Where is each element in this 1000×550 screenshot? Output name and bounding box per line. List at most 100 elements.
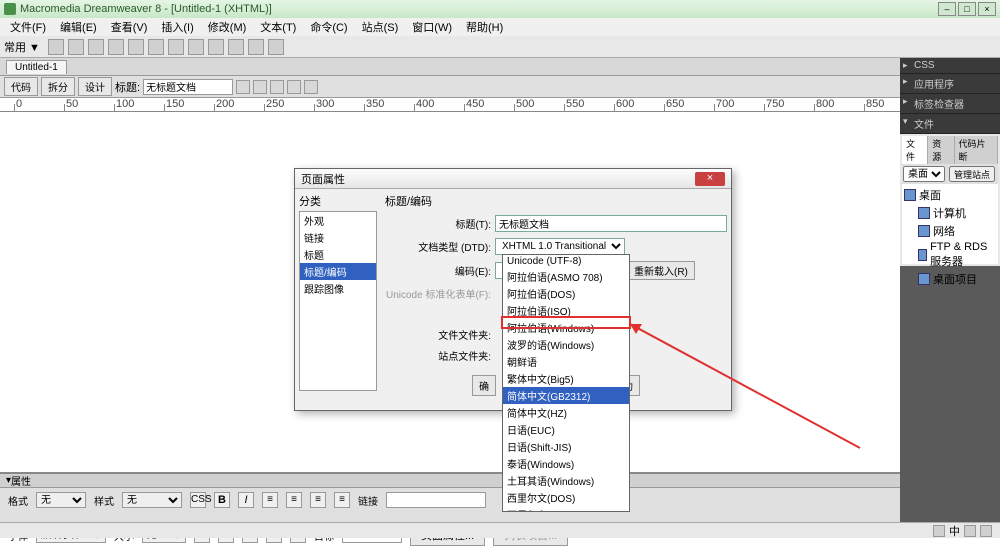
manage-sites-button[interactable]: 管理站点 [949, 166, 995, 182]
encoding-dropdown-list[interactable]: Unicode (UTF-8)阿拉伯语(ASMO 708)阿拉伯语(DOS)阿拉… [502, 254, 630, 512]
category-item[interactable]: 跟踪图像 [300, 280, 376, 297]
encoding-option[interactable]: 阿拉伯语(Windows) [503, 319, 629, 336]
format-select[interactable]: 无 [36, 492, 86, 508]
file-tab-0[interactable]: 文件 [902, 136, 928, 164]
italic-button[interactable]: I [238, 492, 254, 508]
tb-icon-9[interactable] [208, 39, 224, 55]
tree-item[interactable]: FTP & RDS 服务器 [904, 240, 996, 270]
tray-icon-1[interactable] [933, 525, 945, 537]
tb-icon-2[interactable] [68, 39, 84, 55]
menu-编辑e[interactable]: 编辑(E) [54, 18, 103, 36]
panel-files[interactable]: 文件 [900, 114, 1000, 134]
tb-icon-8[interactable] [188, 39, 204, 55]
align-justify-button[interactable]: ≡ [334, 492, 350, 508]
panel-application[interactable]: 应用程序 [900, 74, 1000, 94]
align-left-button[interactable]: ≡ [262, 492, 278, 508]
file-tab-1[interactable]: 资源 [928, 136, 954, 164]
menu-插入i[interactable]: 插入(I) [155, 18, 199, 36]
menu-查看v[interactable]: 查看(V) [105, 18, 154, 36]
view-split-button[interactable]: 拆分 [41, 77, 75, 96]
menu-站点s[interactable]: 站点(S) [356, 18, 405, 36]
css-button[interactable]: CSS [190, 492, 206, 508]
maximize-button[interactable]: □ [958, 2, 976, 16]
tb-icon-3[interactable] [88, 39, 104, 55]
doc-tb-icon-3[interactable] [270, 80, 284, 94]
align-center-button[interactable]: ≡ [286, 492, 302, 508]
encoding-option[interactable]: 简体中文(GB2312) [503, 387, 629, 404]
minimize-button[interactable]: – [938, 2, 956, 16]
site-dropdown[interactable]: 桌面 [903, 166, 945, 182]
category-item[interactable]: 外观 [300, 212, 376, 229]
toolbar-category[interactable]: 常用 ▼ [4, 39, 40, 55]
dialog-title: 页面属性 [301, 171, 345, 187]
doc-tb-icon-5[interactable] [304, 80, 318, 94]
doc-tb-icon-1[interactable] [236, 80, 250, 94]
encoding-option[interactable]: 土耳其语(Windows) [503, 472, 629, 489]
file-tree[interactable]: 桌面计算机网络FTP & RDS 服务器桌面项目 [902, 184, 998, 264]
tb-icon-12[interactable] [268, 39, 284, 55]
encoding-option[interactable]: 泰语(Windows) [503, 455, 629, 472]
category-item[interactable]: 标题 [300, 246, 376, 263]
tree-item[interactable]: 桌面项目 [904, 270, 996, 288]
tree-item[interactable]: 桌面 [904, 186, 996, 204]
tb-icon-6[interactable] [148, 39, 164, 55]
category-item[interactable]: 链接 [300, 229, 376, 246]
dialog-section-title: 标题/编码 [385, 193, 727, 209]
dialog-close-button[interactable]: × [695, 172, 725, 186]
encoding-option[interactable]: 日语(EUC) [503, 421, 629, 438]
align-right-button[interactable]: ≡ [310, 492, 326, 508]
tb-icon-5[interactable] [128, 39, 144, 55]
tb-icon-1[interactable] [48, 39, 64, 55]
tb-icon-10[interactable] [228, 39, 244, 55]
insert-toolbar: 常用 ▼ [0, 36, 1000, 58]
menu-文本t[interactable]: 文本(T) [254, 18, 302, 36]
dlg-doctype-select[interactable]: XHTML 1.0 Transitional [495, 238, 625, 255]
encoding-option[interactable]: 阿拉伯语(ASMO 708) [503, 268, 629, 285]
encoding-option[interactable]: 西里尔文(ISO) [503, 506, 629, 512]
menu-帮助h[interactable]: 帮助(H) [460, 18, 509, 36]
view-design-button[interactable]: 设计 [78, 77, 112, 96]
link-input[interactable] [386, 492, 486, 508]
encoding-option[interactable]: 繁体中文(Big5) [503, 370, 629, 387]
category-item[interactable]: 标题/编码 [300, 263, 376, 280]
view-code-button[interactable]: 代码 [4, 77, 38, 96]
ime-indicator[interactable]: 中 [949, 523, 960, 539]
tray-icon-2[interactable] [964, 525, 976, 537]
tree-item[interactable]: 计算机 [904, 204, 996, 222]
doc-tab-untitled[interactable]: Untitled-1 [6, 60, 67, 74]
encoding-option[interactable]: 西里尔文(DOS) [503, 489, 629, 506]
encoding-option[interactable]: 波罗的语(Windows) [503, 336, 629, 353]
style-select[interactable]: 无 [122, 492, 182, 508]
tb-icon-11[interactable] [248, 39, 264, 55]
menu-修改m[interactable]: 修改(M) [202, 18, 253, 36]
encoding-option[interactable]: 阿拉伯语(DOS) [503, 285, 629, 302]
doc-tb-icon-2[interactable] [253, 80, 267, 94]
bold-button[interactable]: B [214, 492, 230, 508]
menu-文件f[interactable]: 文件(F) [4, 18, 52, 36]
tb-icon-7[interactable] [168, 39, 184, 55]
properties-header[interactable]: 属性 [0, 474, 900, 488]
dlg-ok-button[interactable]: 确 [472, 375, 496, 396]
tray-icon-3[interactable] [980, 525, 992, 537]
dlg-reload-button[interactable]: 重新载入(R) [627, 261, 695, 280]
tree-item[interactable]: 网络 [904, 222, 996, 240]
file-tab-2[interactable]: 代码片断 [955, 136, 999, 164]
dlg-title-input[interactable] [495, 215, 727, 232]
menu-窗口w[interactable]: 窗口(W) [406, 18, 458, 36]
category-list[interactable]: 外观链接标题标题/编码跟踪图像 [299, 211, 377, 391]
app-icon [4, 3, 16, 15]
encoding-option[interactable]: Unicode (UTF-8) [503, 255, 629, 268]
document-toolbar: 代码 拆分 设计 标题: [0, 76, 900, 98]
folder-icon [918, 273, 930, 285]
encoding-option[interactable]: 阿拉伯语(ISO) [503, 302, 629, 319]
doc-tb-icon-4[interactable] [287, 80, 301, 94]
doc-title-input[interactable] [143, 79, 233, 95]
close-button[interactable]: × [978, 2, 996, 16]
encoding-option[interactable]: 朝鲜语 [503, 353, 629, 370]
tb-icon-4[interactable] [108, 39, 124, 55]
encoding-option[interactable]: 简体中文(HZ) [503, 404, 629, 421]
encoding-option[interactable]: 日语(Shift-JIS) [503, 438, 629, 455]
panel-tag-inspector[interactable]: 标签检查器 [900, 94, 1000, 114]
menu-命令c[interactable]: 命令(C) [304, 18, 353, 36]
panel-css[interactable]: CSS [900, 58, 1000, 74]
